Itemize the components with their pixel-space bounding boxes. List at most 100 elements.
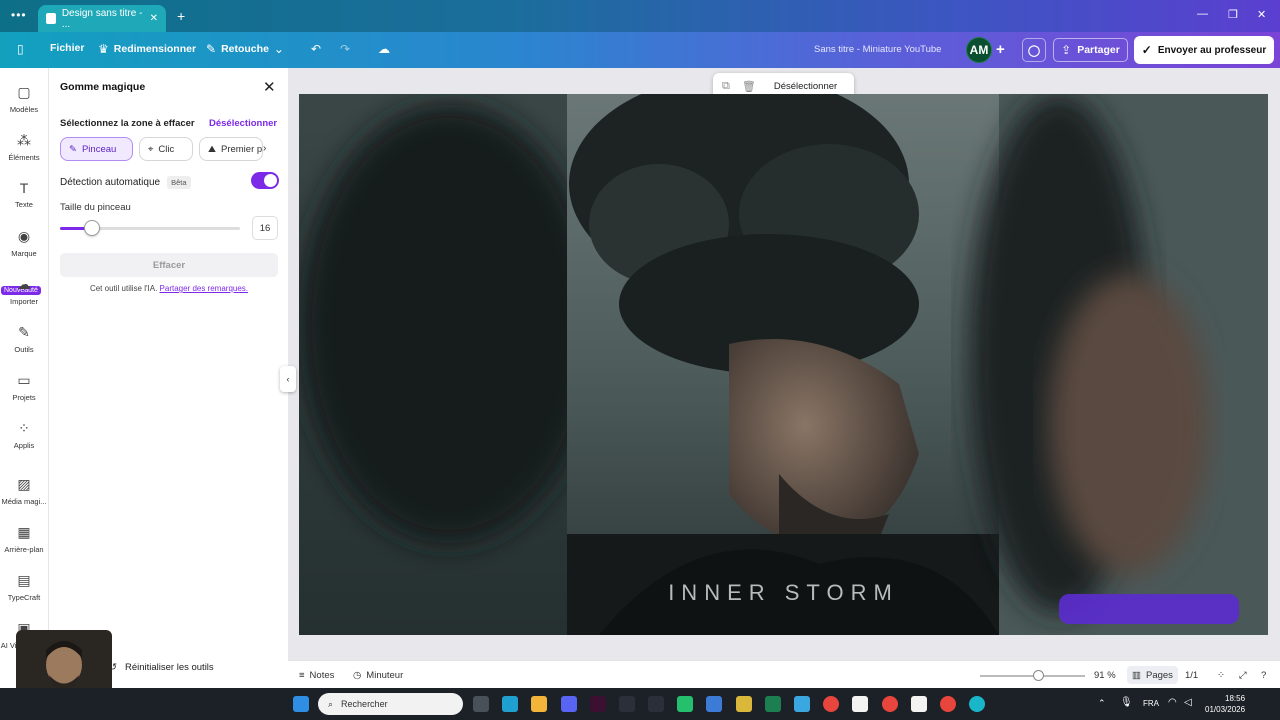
clock[interactable]: 18:56 01/03/2026	[1205, 693, 1245, 715]
sidebar-toggle-icon[interactable]: ▯	[17, 42, 24, 56]
app-icon-14[interactable]	[852, 696, 868, 712]
collapse-panel-button[interactable]: ‹	[280, 366, 296, 392]
browser-tab-bar: ••• Design sans titre - ... ✕ + — ❐ ✕	[0, 0, 1280, 32]
zoom-slider[interactable]	[980, 670, 1085, 681]
brush-size-slider[interactable]	[60, 220, 240, 236]
cloud-save-icon[interactable]: ☁	[378, 42, 390, 56]
nav-item-projects[interactable]: ▭ Projets	[0, 372, 48, 402]
timer-button[interactable]: ◷ Minuteur	[353, 670, 403, 681]
app-icon-7[interactable]	[648, 696, 664, 712]
redo-button[interactable]: ↷	[340, 42, 350, 56]
upload-icon: ☁	[17, 276, 31, 292]
nav-item-elements[interactable]: ⁂ Éléments	[0, 132, 48, 162]
chrome-icon[interactable]	[823, 696, 839, 712]
apps-icon: ⁘	[18, 420, 30, 436]
fullscreen-icon[interactable]: ⤢	[1239, 670, 1247, 681]
duplicate-icon[interactable]: ⧉	[722, 80, 730, 93]
retouch-button[interactable]: ✎ Retouche ⌄	[206, 42, 284, 56]
window-close-icon[interactable]: ✕	[1257, 8, 1266, 21]
canva-icon[interactable]	[969, 696, 985, 712]
trash-icon[interactable]: 🗑	[742, 80, 756, 93]
browser-tab[interactable]: Design sans titre - ... ✕	[38, 5, 166, 32]
share-button[interactable]: ⇪ Partager	[1053, 38, 1128, 62]
canvas-headline[interactable]: INNER STORM	[299, 580, 1268, 606]
app-icon-6[interactable]	[619, 696, 635, 712]
new-tab-button[interactable]: +	[177, 8, 185, 24]
mode-brush-button[interactable]: ✎ Pinceau	[60, 137, 133, 161]
mode-click-button[interactable]: ⌖ Clic	[139, 137, 193, 161]
brush-size-input[interactable]: 16	[252, 216, 278, 240]
floating-deselect-button[interactable]: Désélectionner	[774, 81, 837, 92]
share-icon: ⇪	[1061, 43, 1072, 57]
app-icon-16[interactable]	[911, 696, 927, 712]
nav-item-templates[interactable]: ▢ Modèles	[0, 84, 48, 114]
pencil-icon: ✎	[206, 42, 217, 56]
browser-menu-icon[interactable]: •••	[11, 8, 27, 22]
canva-favicon-icon	[46, 13, 56, 24]
maximize-icon[interactable]: ❐	[1228, 8, 1238, 21]
taskbar-search[interactable]: ⌕ Rechercher	[318, 693, 463, 715]
folder-icon: ▭	[17, 372, 31, 388]
add-collaborator-icon[interactable]: +	[996, 41, 1005, 58]
mode-foreground-button[interactable]: ⛰ Premier p	[199, 137, 263, 161]
panel-title: Gomme magique	[60, 81, 146, 93]
chrome-profile-icon[interactable]	[882, 696, 898, 712]
nav-item-background[interactable]: ▦ Arrière-plan	[0, 524, 48, 554]
check-circle-icon: ✓	[1141, 43, 1152, 57]
zoom-value[interactable]: 91 %	[1094, 670, 1116, 681]
clock-time: 18:56	[1225, 694, 1246, 703]
text-icon: T	[19, 180, 29, 196]
nav-item-upload[interactable]: ☁ Importer	[0, 276, 48, 306]
app-icon-12[interactable]	[794, 696, 810, 712]
typecraft-icon: ▤	[17, 572, 31, 588]
notes-button[interactable]: ≡ Notes	[299, 670, 334, 681]
help-icon[interactable]: ?	[1261, 670, 1266, 681]
brand-icon: ◉	[17, 228, 31, 244]
chevron-right-icon[interactable]: ›	[263, 143, 266, 154]
chrome-alt-icon[interactable]	[940, 696, 956, 712]
app-icon-8[interactable]	[677, 696, 693, 712]
auto-detect-toggle[interactable]	[251, 172, 279, 189]
wifi-icon[interactable]: ◠	[1168, 697, 1177, 708]
grid-view-icon[interactable]: ⁘	[1217, 670, 1225, 681]
volume-icon[interactable]: ◁	[1184, 697, 1192, 708]
nav-item-typecraft[interactable]: ▤ TypeCraft	[0, 572, 48, 602]
comment-icon[interactable]: ◯	[1022, 38, 1046, 62]
design-canvas[interactable]: INNER STORM	[299, 94, 1268, 635]
language-indicator[interactable]: FRA	[1143, 699, 1159, 708]
app-icon-10[interactable]	[736, 696, 752, 712]
minimize-icon[interactable]: —	[1197, 8, 1208, 20]
file-explorer-icon[interactable]	[531, 696, 547, 712]
nav-item-tools[interactable]: ✎ Outils	[0, 324, 48, 354]
feedback-link[interactable]: Partager des remarques.	[160, 284, 249, 293]
tray-chevron-icon[interactable]: ⌃	[1098, 698, 1106, 709]
app-icon-11[interactable]	[765, 696, 781, 712]
send-to-teacher-button[interactable]: ✓ Envoyer au professeur	[1134, 36, 1274, 64]
auto-detect-row: Détection automatique Bêta	[60, 176, 191, 189]
microphone-icon[interactable]: 🎙	[1120, 697, 1133, 708]
image-icon: ⛰	[208, 143, 216, 155]
task-view-icon[interactable]	[473, 696, 489, 712]
resize-button[interactable]: ♛ Redimensionner	[98, 42, 196, 56]
app-icon-9[interactable]	[706, 696, 722, 712]
nav-item-apps[interactable]: ⁘ Applis	[0, 420, 48, 450]
zoom-handle[interactable]	[1032, 670, 1044, 681]
nav-item-magic-media[interactable]: ▨ Média magi...	[0, 476, 48, 506]
erase-button[interactable]: Effacer	[60, 253, 278, 277]
tab-close-icon[interactable]: ✕	[150, 13, 158, 24]
edge-icon[interactable]	[502, 696, 518, 712]
file-menu-button[interactable]: Fichier	[50, 42, 84, 54]
premiere-icon[interactable]	[590, 696, 606, 712]
brush-size-handle[interactable]	[84, 220, 101, 236]
discord-icon[interactable]	[561, 696, 577, 712]
close-icon[interactable]: ✕	[263, 78, 276, 96]
windows-start-icon[interactable]	[293, 696, 309, 712]
nav-item-brand[interactable]: ◉ Marque	[0, 228, 48, 258]
undo-button[interactable]: ↶	[311, 42, 321, 56]
avatar[interactable]: AM	[966, 37, 992, 63]
nav-item-text[interactable]: T Texte	[0, 180, 48, 209]
reset-tools-button[interactable]: ↺ Réinitialiser les outils	[109, 662, 214, 673]
document-title[interactable]: Sans titre - Miniature YouTube	[814, 44, 941, 55]
pages-button[interactable]: ▥ Pages	[1127, 666, 1178, 684]
deselect-link[interactable]: Désélectionner	[209, 118, 277, 129]
